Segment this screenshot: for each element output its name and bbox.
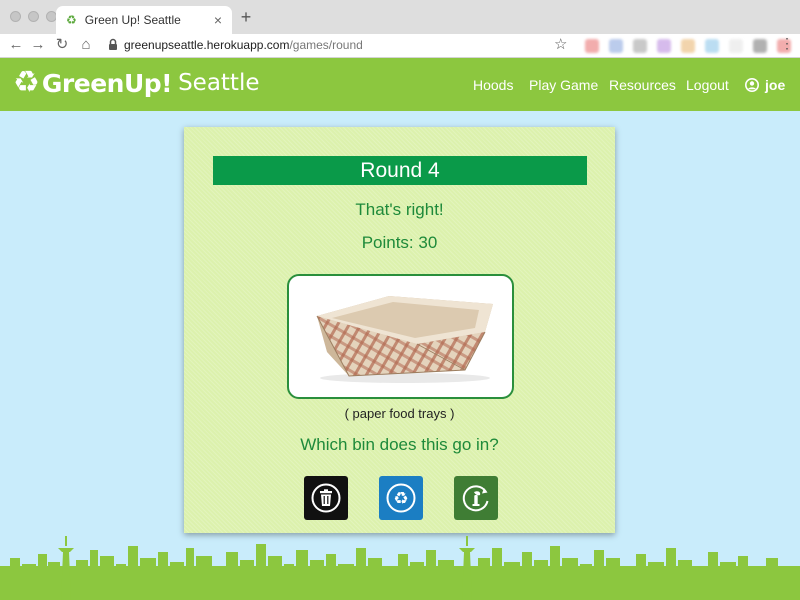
browser-toolbar: ← → ↻ ⌂ greenupseattle.herokuapp.com/gam…	[0, 34, 800, 58]
logo-city: Seattle	[178, 70, 260, 96]
user-circle-icon	[745, 78, 759, 92]
nav-logout[interactable]: Logout	[686, 77, 729, 93]
extension-icon[interactable]	[681, 39, 695, 53]
item-caption: ( paper food trays )	[344, 406, 455, 421]
trash-can-icon	[311, 483, 341, 513]
extension-icon[interactable]	[609, 39, 623, 53]
minimize-window-button[interactable]	[28, 11, 39, 22]
recycle-icon: ♻	[386, 483, 416, 513]
new-tab-button[interactable]: +	[236, 7, 256, 27]
nav-hoods[interactable]: Hoods	[473, 77, 513, 93]
recycle-favicon-icon: ♻	[66, 13, 77, 27]
username: joe	[765, 77, 786, 93]
logo-brand: GreenUp!	[41, 68, 173, 98]
user-menu[interactable]: joe	[745, 77, 785, 93]
address-bar[interactable]: greenupseattle.herokuapp.com/games/round	[124, 38, 363, 52]
reload-icon[interactable]: ↻	[52, 35, 72, 55]
extension-icon[interactable]	[633, 39, 647, 53]
compost-icon	[462, 485, 489, 512]
home-icon[interactable]: ⌂	[76, 35, 96, 55]
close-window-button[interactable]	[10, 11, 21, 22]
paper-food-tray-image	[316, 296, 493, 383]
round-title: Round 4	[213, 156, 587, 185]
compost-bin-button[interactable]	[454, 476, 498, 520]
bin-question: Which bin does this go in?	[300, 435, 499, 454]
nav-resources[interactable]: Resources	[609, 77, 676, 93]
points-display: Points: 30	[361, 233, 438, 252]
seattle-skyline-graphic	[0, 536, 800, 600]
tab-title: Green Up! Seattle	[84, 13, 181, 27]
forward-arrow-icon[interactable]: →	[28, 35, 48, 55]
extension-icon[interactable]	[657, 39, 671, 53]
game-card: Round 4 That's right! Points: 30 ( paper…	[184, 127, 615, 533]
window-controls[interactable]	[10, 11, 57, 22]
item-image-frame	[287, 274, 514, 399]
browser-menu-icon[interactable]: ⋮	[780, 35, 794, 52]
site-header: ♻ GreenUp! Seattle Hoods Play Game Resou…	[0, 58, 800, 111]
extension-icons	[585, 39, 791, 53]
recycle-icon: ♻	[13, 66, 40, 99]
bookmark-star-icon[interactable]: ☆	[554, 35, 567, 53]
recycle-bin-button[interactable]: ♻	[379, 476, 423, 520]
lock-icon	[109, 38, 117, 50]
trash-bin-button[interactable]	[304, 476, 348, 520]
site-logo[interactable]: ♻ GreenUp! Seattle	[13, 66, 259, 100]
url-host: greenupseattle.herokuapp.com	[124, 38, 290, 52]
extension-icon[interactable]	[705, 39, 719, 53]
nav-play-game[interactable]: Play Game	[529, 77, 598, 93]
extension-icon[interactable]	[585, 39, 599, 53]
tab-close-icon[interactable]: ×	[214, 12, 222, 28]
answer-feedback: That's right!	[355, 200, 444, 219]
extension-icon[interactable]	[753, 39, 767, 53]
svg-text:♻: ♻	[393, 489, 408, 509]
back-arrow-icon[interactable]: ←	[6, 35, 26, 55]
url-path: /games/round	[289, 38, 363, 52]
browser-tab-bar: ♻ Green Up! Seattle × +	[0, 0, 800, 34]
extension-icon[interactable]	[729, 39, 743, 53]
browser-tab[interactable]: ♻ Green Up! Seattle ×	[56, 6, 232, 34]
